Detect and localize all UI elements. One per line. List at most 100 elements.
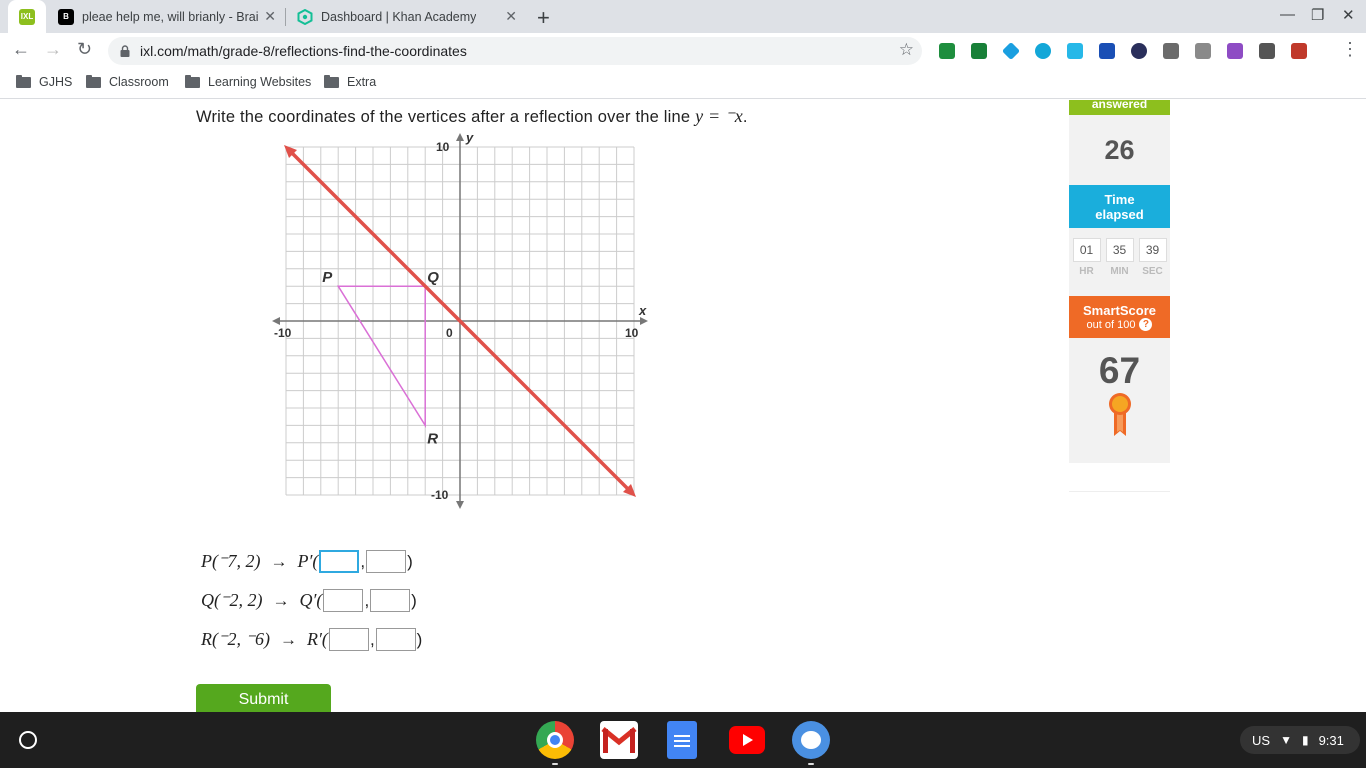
- tab-khan-academy[interactable]: Dashboard | Khan Academy ✕: [287, 0, 525, 33]
- smartscore-sub-label: out of 100: [1086, 318, 1136, 331]
- forward-icon[interactable]: →: [44, 39, 62, 60]
- circle-extension-icon[interactable]: [1035, 43, 1051, 59]
- bookmark-classroom[interactable]: Classroom: [86, 74, 169, 89]
- timer-unit: SEC: [1142, 266, 1163, 277]
- system-tray[interactable]: US ▼ ▮ 9:31: [1240, 726, 1360, 754]
- restore-icon[interactable]: ❐: [1311, 6, 1324, 24]
- question-period: .: [742, 108, 748, 126]
- timer-unit: HR: [1079, 266, 1094, 277]
- original-point-label: R(⁻2, ⁻6): [201, 629, 270, 649]
- new-tab-icon[interactable]: +: [537, 5, 550, 31]
- cast-extension-icon[interactable]: [971, 43, 987, 59]
- back-icon[interactable]: ←: [12, 39, 30, 60]
- folder-icon: [86, 74, 101, 88]
- timer-value: 35: [1105, 238, 1134, 262]
- bookmarks-bar: GJHS Classroom Learning Websites Extra: [0, 69, 1366, 99]
- tab-ixl[interactable]: IXL: [8, 0, 46, 33]
- classroom-extension-icon[interactable]: [939, 43, 955, 59]
- separator: ,: [364, 590, 370, 610]
- answer-row-r: R(⁻2, ⁻6) → R′( , ): [201, 628, 422, 651]
- p-prime-y-input[interactable]: [366, 550, 407, 573]
- q-prime-x-input[interactable]: [323, 589, 364, 612]
- time-label: Time: [1104, 191, 1135, 207]
- y-axis-arrow: [456, 501, 464, 509]
- os-shelf: US ▼ ▮ 9:31: [0, 712, 1366, 768]
- elapsed-label: elapsed: [1095, 206, 1144, 222]
- browser-tab-strip: IXL B pleae help me, will brianly - Brai…: [0, 0, 1366, 33]
- edit-extension-icon[interactable]: [1163, 43, 1179, 59]
- r-extension-icon[interactable]: [1259, 43, 1275, 59]
- x-axis-label: x: [638, 303, 647, 318]
- browser-menu-icon[interactable]: ⋮: [1341, 39, 1359, 60]
- timer-value: 01: [1072, 238, 1101, 262]
- bookmark-learning-websites[interactable]: Learning Websites: [185, 74, 311, 89]
- image-point-label: R′(: [307, 629, 328, 649]
- close-paren: ): [407, 551, 413, 571]
- smartscore-box: 67: [1069, 338, 1170, 463]
- brainly-favicon-icon: B: [58, 8, 74, 25]
- launcher-icon[interactable]: [19, 731, 37, 749]
- youtube-icon[interactable]: [729, 726, 765, 754]
- timer: 01 HR 35 MIN 39 SEC: [1069, 228, 1170, 296]
- doc-folder-icon: [16, 74, 31, 88]
- folder-icon: [185, 74, 200, 88]
- bookmark-gjhs[interactable]: GJHS: [16, 74, 72, 89]
- r-prime-y-input[interactable]: [375, 628, 416, 651]
- vertex-label: Q: [427, 269, 439, 286]
- book-extension-icon[interactable]: [1291, 43, 1307, 59]
- tab-brainly[interactable]: B pleae help me, will brianly - Brainly …: [48, 0, 284, 33]
- tab-separator: [285, 8, 286, 26]
- paint-icon[interactable]: [792, 721, 830, 759]
- arrow-icon: →: [270, 551, 288, 571]
- diamond-extension-icon[interactable]: [1001, 41, 1021, 61]
- address-bar[interactable]: ixl.com/math/grade-8/reflections-find-th…: [108, 37, 922, 65]
- folder-icon: [324, 74, 339, 88]
- question-prompt: Write the coordinates of the vertices af…: [196, 108, 691, 126]
- q-prime-y-input[interactable]: [370, 589, 411, 612]
- vertex-label: P: [322, 269, 333, 286]
- copy-extension-icon[interactable]: [1195, 43, 1211, 59]
- arrow-icon: →: [272, 590, 290, 610]
- close-icon[interactable]: ✕: [264, 8, 276, 25]
- docs-icon[interactable]: [667, 721, 697, 759]
- p-prime-x-input[interactable]: [319, 550, 360, 573]
- battery-icon: ▮: [1301, 733, 1309, 747]
- r-prime-x-input[interactable]: [328, 628, 369, 651]
- person-extension-icon[interactable]: [1067, 43, 1083, 59]
- arrow-icon: →: [280, 629, 297, 649]
- close-icon[interactable]: ✕: [505, 8, 517, 25]
- bookmark-star-icon[interactable]: ☆: [899, 40, 914, 60]
- bookmark-label: Extra: [347, 75, 377, 89]
- reload-icon[interactable]: ↻: [77, 39, 92, 60]
- sidebar-divider: [1069, 491, 1170, 492]
- bookmark-label: Classroom: [109, 75, 169, 89]
- gmail-icon[interactable]: [600, 721, 638, 759]
- question-text: Write the coordinates of the vertices af…: [196, 106, 748, 127]
- origin-label: 0: [446, 326, 453, 340]
- y-tick-label: -10: [431, 488, 449, 502]
- separator: ,: [360, 551, 366, 571]
- timer-hours: 01 HR: [1072, 238, 1101, 296]
- puzzle-extension-icon[interactable]: [1227, 43, 1243, 59]
- window-close-icon[interactable]: ✕: [1342, 6, 1355, 24]
- calendar-extension-icon[interactable]: [1099, 43, 1115, 59]
- timer-seconds: 39 SEC: [1138, 238, 1167, 296]
- submit-button[interactable]: Submit: [196, 684, 331, 712]
- smartscore-subtitle: out of 100?: [1069, 318, 1170, 332]
- time-elapsed-header: Time elapsed: [1069, 185, 1170, 228]
- minimize-icon[interactable]: —: [1280, 6, 1295, 23]
- page-content: Write the coordinates of the vertices af…: [0, 100, 1366, 712]
- tab-title: Dashboard | Khan Academy: [321, 9, 477, 24]
- ixl-favicon-icon: IXL: [19, 8, 35, 25]
- answer-row-q: Q(⁻2, 2) → Q′( , ): [201, 589, 417, 612]
- clock: 9:31: [1318, 732, 1344, 748]
- lock-icon: [120, 45, 130, 57]
- help-icon[interactable]: ?: [1139, 318, 1153, 331]
- bookmark-extra[interactable]: Extra: [324, 74, 377, 89]
- khan-academy-favicon-icon: [297, 8, 313, 25]
- original-point-label: Q(⁻2, 2): [201, 590, 263, 610]
- answered-count: 26: [1069, 115, 1170, 185]
- reflection-equation: y = ⁻x: [695, 106, 743, 126]
- k-extension-icon[interactable]: [1131, 43, 1147, 59]
- chrome-icon[interactable]: [536, 721, 574, 759]
